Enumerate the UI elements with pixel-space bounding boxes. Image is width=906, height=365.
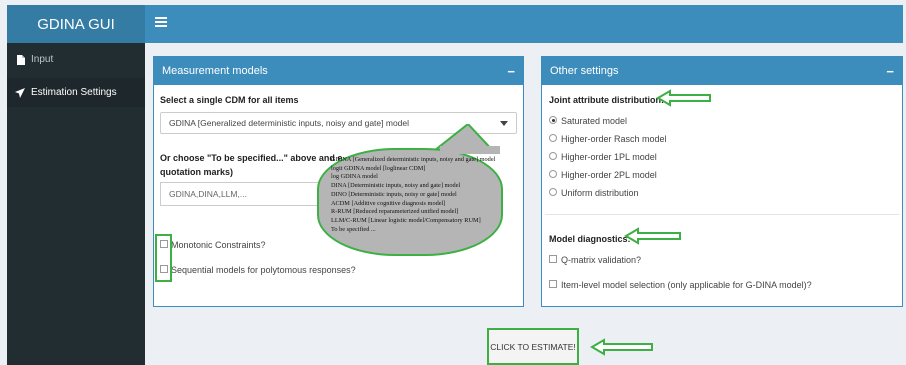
cdm-option[interactable]: ACDM [Additive cognitive diagnosis model…: [331, 200, 491, 209]
models-input-placeholder: GDINA,DINA,LLM,...: [169, 189, 247, 199]
sidebar-item-label: Input: [31, 54, 54, 65]
cdm-option[interactable]: DINO [Deterministic inputs, noisy or gat…: [331, 191, 491, 200]
sidebar-toggle-icon[interactable]: [155, 17, 167, 27]
model-diagnostics-label: Model diagnostics:: [549, 234, 631, 244]
estimate-button[interactable]: CLICK TO ESTIMATE!: [487, 328, 579, 365]
sequential-label: Sequential models for polytomous respons…: [171, 265, 356, 275]
other-settings-header: Other settings −: [542, 57, 902, 85]
radio-higher-order-1pl[interactable]: [549, 152, 557, 160]
joint-option-label: Higher-order 2PL model: [561, 170, 657, 180]
radio-uniform[interactable]: [549, 188, 557, 196]
paper-plane-icon: [15, 87, 25, 98]
qmatrix-checkbox[interactable]: [549, 255, 557, 263]
chevron-down-icon: [500, 121, 508, 126]
other-settings-box: Other settings −: [541, 56, 903, 307]
cdm-options-list: GDINA [Generalized deterministic inputs,…: [317, 148, 503, 256]
joint-option-label: Higher-order Rasch model: [561, 134, 667, 144]
cdm-option[interactable]: GDINA [Generalized deterministic inputs,…: [331, 156, 495, 165]
checkbox-highlight-box: [155, 234, 172, 282]
radio-higher-order-rasch[interactable]: [549, 134, 557, 142]
joint-option-label: Higher-order 1PL model: [561, 152, 657, 162]
measurement-models-header: Measurement models −: [154, 57, 523, 85]
joint-option-label: Uniform distribution: [561, 188, 639, 198]
section-divider: [545, 214, 899, 215]
minimize-button[interactable]: −: [886, 64, 894, 79]
file-icon: [15, 54, 25, 65]
qmatrix-label: Q-matrix validation?: [561, 255, 642, 265]
monotonic-label: Monotonic Constraints?: [171, 240, 266, 250]
app-logo-title[interactable]: GDINA GUI: [7, 5, 145, 43]
itemlevel-checkbox[interactable]: [549, 280, 557, 288]
box-title: Measurement models: [162, 65, 268, 77]
itemlevel-label: Item-level model selection (only applica…: [561, 280, 812, 290]
cdm-option[interactable]: To be specified ...: [331, 226, 491, 235]
radio-saturated[interactable]: [549, 116, 557, 124]
radio-higher-order-2pl[interactable]: [549, 170, 557, 178]
joint-option-label: Saturated model: [561, 116, 628, 126]
cdm-option[interactable]: LLM/C-RUM [Linear logistic model/Compens…: [331, 217, 491, 226]
sidebar: Input Estimation Settings: [7, 43, 145, 365]
sidebar-item-estimation-settings[interactable]: Estimation Settings: [7, 78, 145, 107]
cdm-option[interactable]: logit GDINA model [loglinear CDM]: [331, 165, 491, 174]
cdm-option[interactable]: log GDINA model: [331, 173, 491, 182]
top-navbar: [145, 5, 903, 43]
select-cdm-label: Select a single CDM for all items: [160, 95, 299, 105]
sidebar-item-input[interactable]: Input: [7, 45, 145, 74]
joint-distribution-label: Joint attribute distribution:: [549, 95, 664, 105]
box-title: Other settings: [550, 65, 619, 77]
tooltip-pointer-cover: [440, 146, 500, 154]
cdm-option[interactable]: R-RUM [Reduced reparameterized unified m…: [331, 208, 491, 217]
choose-specified-label-cont: quotation marks): [160, 167, 234, 177]
cdm-option[interactable]: DINA [Deterministic inputs, noisy and ga…: [331, 182, 491, 191]
arrow-left-icon: [656, 89, 711, 107]
minimize-button[interactable]: −: [507, 64, 515, 79]
arrow-left-icon: [624, 227, 681, 245]
choose-specified-label: Or choose "To be specified..." above and…: [160, 153, 343, 163]
models-input[interactable]: GDINA,DINA,LLM,...: [160, 182, 320, 206]
cdm-select-value: GDINA [Generalized deterministic inputs,…: [169, 118, 410, 128]
arrow-left-icon: [590, 338, 653, 356]
sidebar-item-label: Estimation Settings: [31, 87, 117, 98]
